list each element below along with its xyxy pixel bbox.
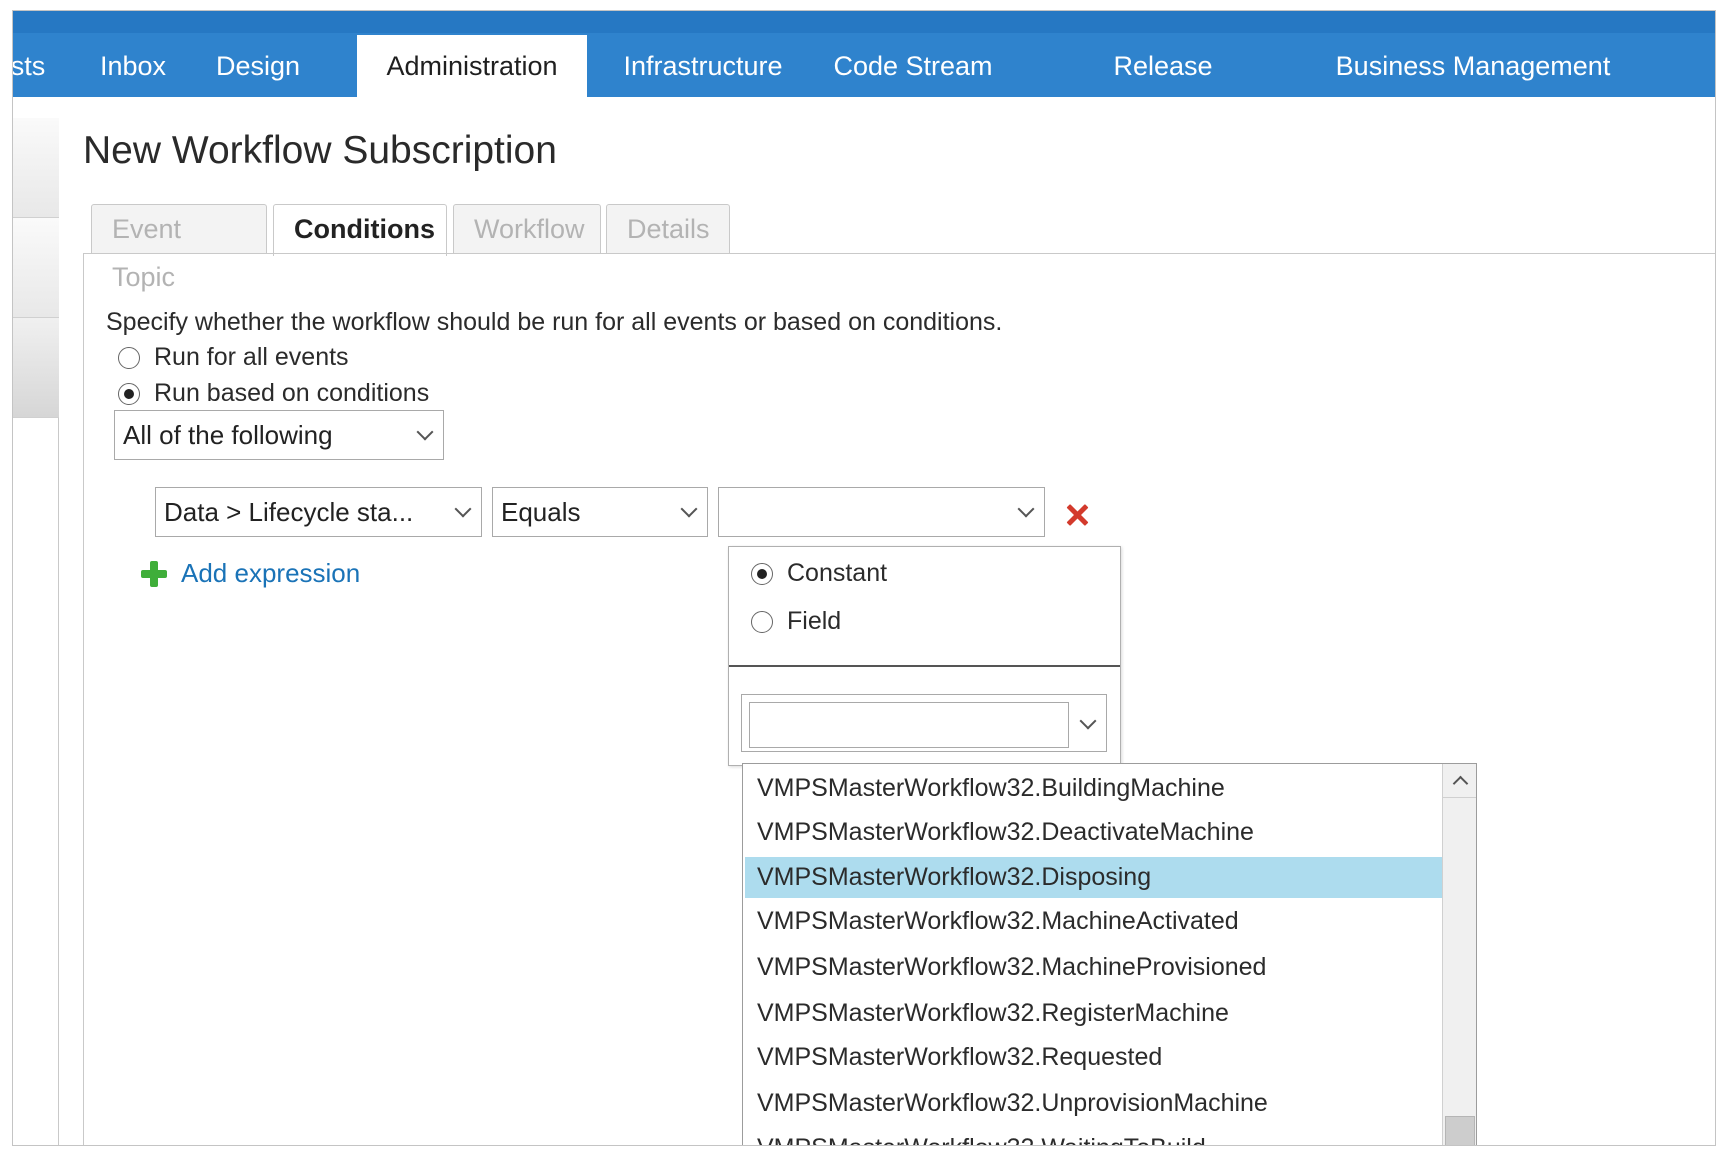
- add-expression-link[interactable]: Add expression: [141, 558, 360, 589]
- list-item[interactable]: VMPSMasterWorkflow32.WaitingToBuild: [745, 1128, 1443, 1145]
- page-title: New Workflow Subscription: [83, 129, 557, 172]
- radio-label: Field: [787, 607, 842, 635]
- sidebar-block[interactable]: [13, 118, 59, 218]
- list-item[interactable]: VMPSMasterWorkflow32.DeactivateMachine: [745, 812, 1443, 853]
- match-type-select[interactable]: All of the following: [114, 410, 444, 460]
- radio-label: Constant: [787, 559, 888, 587]
- tab-details[interactable]: Details: [606, 204, 730, 254]
- chevron-down-icon: [407, 423, 443, 441]
- chevron-down-icon: [1008, 500, 1044, 518]
- left-sidebar: [13, 118, 59, 1145]
- nav-tab-inbox[interactable]: Inbox: [88, 35, 178, 97]
- constant-value-combobox[interactable]: [741, 694, 1107, 752]
- radio-constant[interactable]: Constant: [751, 559, 887, 588]
- sidebar-block[interactable]: [13, 318, 59, 418]
- lifecycle-state-dropdown-list: VMPSMasterWorkflow32.BuildingMachine VMP…: [742, 763, 1477, 1145]
- radio-run-all-events[interactable]: Run for all events: [118, 343, 349, 372]
- radio-button[interactable]: [751, 610, 773, 633]
- chevron-down-icon: [671, 500, 707, 518]
- expression-field-value: Data > Lifecycle sta...: [164, 496, 414, 527]
- tab-event-topic[interactable]: Event Topic: [91, 204, 267, 292]
- nav-tab-code-stream[interactable]: Code Stream: [828, 35, 998, 97]
- vertical-scrollbar[interactable]: [1442, 764, 1476, 1145]
- radio-selected-dot: [757, 568, 767, 579]
- conditions-instruction: Specify whether the workflow should be r…: [106, 308, 1003, 336]
- nav-tab-business-management[interactable]: Business Management: [1328, 35, 1618, 97]
- app-window: sts Inbox Design Administration Infrastr…: [12, 10, 1716, 1146]
- list-item[interactable]: VMPSMasterWorkflow32.RegisterMachine: [745, 993, 1443, 1034]
- expression-operator-value: Equals: [501, 496, 581, 527]
- list-item[interactable]: VMPSMasterWorkflow32.UnprovisionMachine: [745, 1083, 1443, 1124]
- list-item[interactable]: VMPSMasterWorkflow32.Requested: [745, 1037, 1443, 1078]
- top-navigation-bar: sts Inbox Design Administration Infrastr…: [13, 11, 1715, 143]
- tab-conditions[interactable]: Conditions: [273, 204, 447, 256]
- plus-icon: [141, 560, 167, 587]
- list-item[interactable]: VMPSMasterWorkflow32.BuildingMachine: [745, 768, 1443, 809]
- nav-top-strip: [13, 11, 1715, 33]
- expression-operator-select[interactable]: Equals: [492, 487, 708, 537]
- sidebar-block[interactable]: [13, 218, 59, 318]
- radio-button[interactable]: [118, 382, 140, 405]
- radio-run-based-on-conditions[interactable]: Run based on conditions: [118, 379, 429, 408]
- expression-value-select[interactable]: [718, 487, 1045, 537]
- scroll-up-icon[interactable]: [1443, 764, 1476, 798]
- chevron-down-icon: [445, 500, 481, 518]
- remove-expression-icon[interactable]: [1061, 500, 1093, 532]
- add-expression-label: Add expression: [181, 558, 361, 588]
- nav-tab-design[interactable]: Design: [208, 35, 308, 97]
- divider: [729, 665, 1120, 667]
- chevron-down-icon[interactable]: [1070, 706, 1106, 742]
- scrollbar-thumb[interactable]: [1445, 1116, 1475, 1145]
- radio-button[interactable]: [118, 346, 140, 369]
- expression-field-select[interactable]: Data > Lifecycle sta...: [155, 487, 482, 537]
- radio-field[interactable]: Field: [751, 607, 841, 636]
- match-type-value: All of the following: [123, 419, 333, 450]
- nav-tab-infrastructure[interactable]: Infrastructure: [613, 35, 793, 97]
- list-item[interactable]: VMPSMasterWorkflow32.MachineActivated: [745, 901, 1443, 942]
- list-item-selected[interactable]: VMPSMasterWorkflow32.Disposing: [745, 857, 1443, 898]
- nav-tab-requests[interactable]: sts: [13, 35, 53, 97]
- radio-label: Run based on conditions: [154, 379, 430, 407]
- nav-tab-administration[interactable]: Administration: [357, 35, 587, 97]
- tab-workflow[interactable]: Workflow: [453, 204, 601, 254]
- nav-tab-release-dashboard[interactable]: Release Dashboard: [1048, 35, 1278, 143]
- list-item[interactable]: VMPSMasterWorkflow32.MachineProvisioned: [745, 947, 1443, 988]
- value-type-popover: Constant Field: [728, 546, 1121, 766]
- constant-value-input[interactable]: [749, 702, 1069, 748]
- radio-button[interactable]: [751, 562, 773, 585]
- radio-label: Run for all events: [154, 343, 349, 371]
- radio-selected-dot: [124, 388, 134, 399]
